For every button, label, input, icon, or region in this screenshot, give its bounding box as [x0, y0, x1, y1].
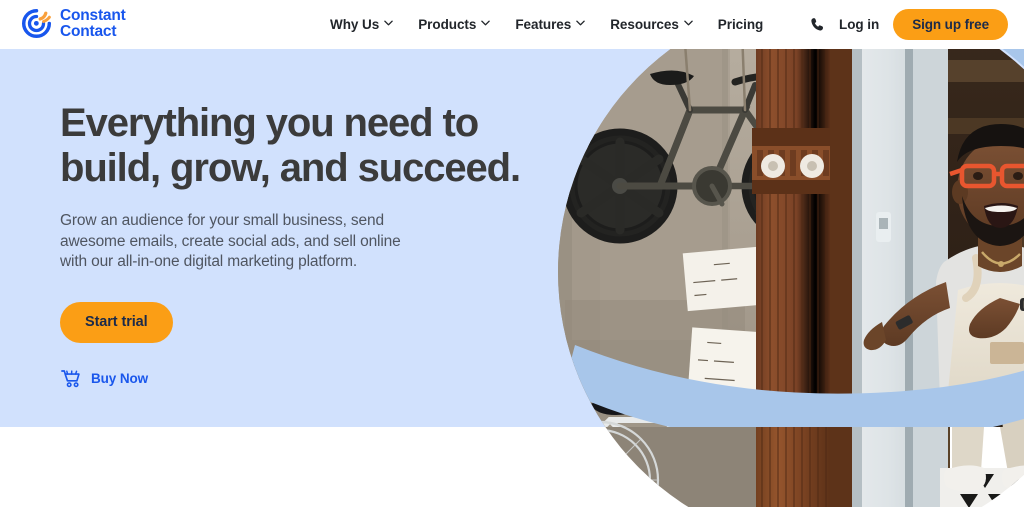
hero-section: Everything you need to build, grow, and …	[0, 49, 1024, 427]
login-link[interactable]: Log in	[839, 17, 879, 32]
nav-label: Features	[515, 17, 572, 32]
logo-wordmark: Constant Contact	[60, 6, 126, 40]
logo-line-1: Constant	[60, 6, 126, 24]
logo[interactable]: Constant Contact	[20, 7, 126, 40]
nav-label: Products	[418, 17, 477, 32]
chevron-down-icon	[576, 20, 585, 28]
nav-item-features[interactable]: Features	[515, 17, 585, 32]
nav-label: Pricing	[717, 17, 764, 32]
chevron-down-icon	[384, 20, 393, 28]
site-header: Constant Contact Why Us Products Feature…	[0, 0, 1024, 49]
page-title: Everything you need to build, grow, and …	[60, 101, 521, 190]
nav-label: Resources	[610, 17, 679, 32]
header-actions: Log in Sign up free	[809, 0, 1008, 49]
start-trial-button[interactable]: Start trial	[60, 301, 173, 343]
nav-item-pricing[interactable]: Pricing	[718, 17, 763, 32]
svg-text:690: 690	[685, 436, 714, 456]
nav-item-why-us[interactable]: Why Us	[330, 17, 393, 32]
logo-line-2: Contact	[60, 22, 117, 40]
signup-free-button[interactable]: Sign up free	[893, 9, 1008, 40]
hero-copy: Everything you need to build, grow, and …	[60, 101, 530, 389]
nav-label: Why Us	[330, 17, 380, 32]
shopping-cart-icon	[60, 369, 82, 389]
phone-icon[interactable]	[809, 16, 825, 34]
main-navigation: Why Us Products Features Resources Prici…	[330, 0, 763, 49]
nav-item-resources[interactable]: Resources	[610, 17, 693, 32]
chevron-down-icon	[481, 20, 491, 28]
buy-now-label: Buy Now	[91, 371, 149, 386]
hero-subcopy: Grow an audience for your small business…	[60, 212, 401, 270]
constant-contact-circle-logo-icon	[20, 7, 53, 40]
buy-now-link[interactable]: Buy Now	[60, 369, 530, 389]
landing-page: Constant Contact Why Us Products Feature…	[0, 0, 1024, 507]
nav-item-products[interactable]: Products	[418, 17, 491, 32]
chevron-down-icon	[684, 20, 693, 28]
